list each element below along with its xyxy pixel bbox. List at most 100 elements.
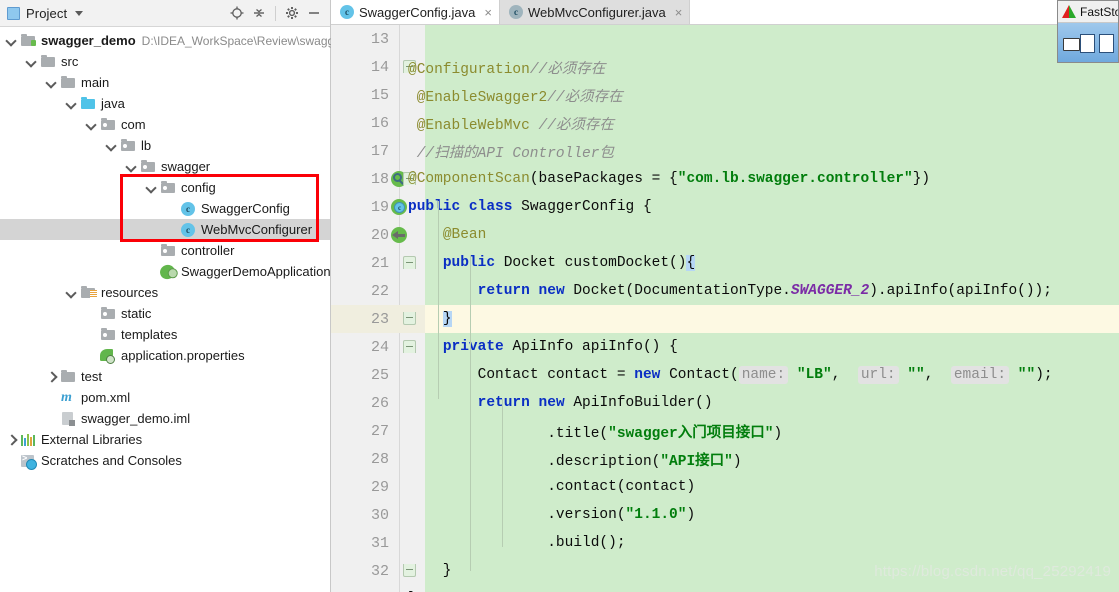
tree-item-com[interactable]: com [0, 114, 330, 135]
editor-tab-webmvcconfigurer[interactable]: c WebMvcConfigurer.java × [499, 0, 691, 24]
tree-item-swaggerdemoapplication[interactable]: SwaggerDemoApplication [0, 261, 331, 282]
tree-item-scratches-and-consoles[interactable]: Scratches and Consoles [0, 450, 330, 471]
capture-region-button[interactable] [1099, 33, 1114, 53]
code-line: 21 public Docket customDocket(){ [331, 249, 1119, 277]
open-file-button[interactable] [1062, 34, 1081, 53]
tree-item-label: src [61, 54, 79, 69]
code-line: 26 return new ApiInfoBuilder() [331, 389, 1119, 417]
line-number: 19 [370, 198, 389, 216]
code-line: 15 @EnableSwagger2//必须存在 [331, 81, 1119, 109]
tree-item-src[interactable]: src [0, 51, 330, 72]
expand-arrow-icon[interactable] [125, 160, 138, 173]
indent-guide [470, 343, 471, 571]
project-panel-toolbar [227, 3, 324, 23]
close-icon[interactable]: × [675, 6, 683, 19]
folder-icon [40, 54, 57, 70]
line-number: 22 [370, 282, 389, 300]
expand-arrow-icon[interactable] [65, 286, 78, 299]
tree-item-label: com [121, 117, 146, 132]
settings-gear-icon[interactable] [282, 3, 302, 23]
collapse-arrow-icon[interactable] [45, 370, 58, 383]
watermark-text: https://blog.csdn.net/qq_25292419 [874, 563, 1111, 580]
expand-arrow-icon[interactable] [25, 55, 38, 68]
code-line: 29 .contact(contact) [331, 473, 1119, 501]
folder-icon [60, 369, 77, 385]
expand-arrow-icon[interactable] [45, 76, 58, 89]
faststone-button-row [1058, 23, 1118, 62]
tree-item-resources[interactable]: resources [0, 282, 330, 303]
tree-item-swagger[interactable]: swagger [0, 156, 330, 177]
code-line: 27 .title("swagger入门项目接口") [331, 417, 1119, 445]
tree-item-swagger-demo[interactable]: swagger_demo D:\IDEA_WorkSpace\Review\swa… [0, 30, 334, 51]
toolbar-divider [275, 5, 276, 21]
line-number: 16 [370, 114, 389, 132]
code-line: 28 .description("API接口") [331, 445, 1119, 473]
expand-arrow-icon[interactable] [5, 34, 18, 47]
code-text: Contact contact = new Contact(name: "LB"… [408, 366, 1053, 384]
editor-tab-swaggerconfig[interactable]: c SwaggerConfig.java × [331, 0, 500, 24]
editor-tab-label: WebMvcConfigurer.java [527, 4, 666, 20]
editor-tab-bar: c SwaggerConfig.java × c WebMvcConfigurer.ja… [331, 0, 1119, 25]
code-line: 19 c public class SwaggerConfig { [331, 193, 1119, 221]
folder-icon [60, 75, 77, 91]
code-text: @ComponentScan(basePackages = {"com.lb.s… [408, 171, 931, 187]
expand-arrow-icon[interactable] [85, 118, 98, 131]
line-number: 24 [370, 338, 389, 356]
tree-item-java[interactable]: java [0, 93, 330, 114]
tree-item-external-libraries[interactable]: External Libraries [0, 429, 330, 450]
code-text: public Docket customDocket(){ [442, 255, 696, 271]
code-line: 13 [331, 25, 1119, 53]
line-number: 20 [370, 226, 389, 244]
tree-item-webmvcconfigurer[interactable]: c WebMvcConfigurer [0, 219, 330, 240]
tree-item-main[interactable]: main [0, 72, 330, 93]
tree-item-controller[interactable]: controller [0, 240, 330, 261]
line-number: 18 [370, 170, 389, 188]
project-panel-title-group[interactable]: Project [7, 6, 84, 21]
expand-arrow-icon[interactable] [145, 181, 158, 194]
line-number: 25 [370, 366, 389, 384]
tree-item-test[interactable]: test [0, 366, 330, 387]
tree-item-label: SwaggerDemoApplication [181, 264, 331, 279]
chevron-down-icon[interactable] [75, 10, 84, 16]
code-text: .contact(contact) [408, 479, 696, 495]
capture-window-button[interactable] [1080, 33, 1096, 53]
maven-file-icon: m [61, 389, 72, 405]
collapse-all-icon[interactable] [249, 3, 269, 23]
java-class-icon: c [180, 201, 197, 217]
tree-item-static[interactable]: static [0, 303, 330, 324]
tree-item-templates[interactable]: templates [0, 324, 330, 345]
resources-folder-icon [80, 285, 97, 301]
faststone-capture-toolbar[interactable]: FastSto [1057, 0, 1119, 63]
close-icon[interactable]: × [484, 6, 492, 19]
scratches-icon [20, 453, 37, 470]
tree-item-label: config [181, 180, 216, 195]
package-folder-icon [120, 138, 137, 154]
override-arrow-icon[interactable] [391, 227, 407, 243]
class-bean-icon[interactable]: c [391, 199, 407, 215]
tree-item-label: main [81, 75, 110, 90]
locate-target-icon[interactable] [227, 3, 247, 23]
minimize-icon[interactable] [304, 3, 324, 23]
expand-arrow-icon[interactable] [105, 139, 118, 152]
tree-item-application-properties[interactable]: application.properties [0, 345, 330, 366]
tree-item-swagger-demo-iml[interactable]: swagger_demo.iml [0, 408, 330, 429]
code-line: 17 //扫描的API Controller包 [331, 137, 1119, 165]
tree-item-lb[interactable]: lb [0, 135, 330, 156]
collapse-arrow-icon[interactable] [5, 433, 18, 446]
faststone-logo-icon [1062, 5, 1076, 18]
code-editor[interactable]: 13 14 @Configuration//必须存在 15 @EnableSwagge… [331, 25, 1119, 592]
spring-boot-icon [158, 262, 177, 281]
tree-item-config[interactable]: config [0, 177, 330, 198]
tree-item-label: lb [141, 138, 152, 153]
tree-item-pom-xml[interactable]: m pom.xml [0, 387, 330, 408]
expand-arrow-icon[interactable] [65, 97, 78, 110]
package-folder-icon [100, 306, 117, 322]
tree-item-label: templates [121, 327, 178, 342]
line-number: 13 [370, 30, 389, 48]
line-number: 14 [370, 58, 389, 76]
tree-item-path: D:\IDEA_WorkSpace\Review\swagg [141, 33, 335, 48]
tree-item-swaggerconfig[interactable]: c SwaggerConfig [0, 198, 330, 219]
